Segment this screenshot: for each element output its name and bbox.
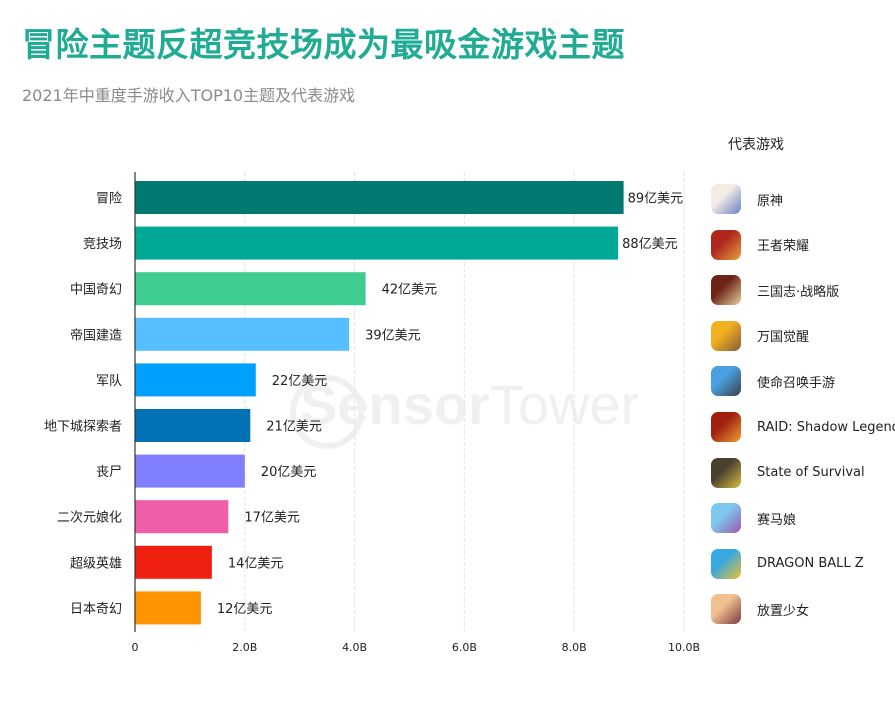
genshin-impact-icon [711, 184, 741, 214]
x-tick-label: 2.0B [232, 641, 257, 654]
y-tick-label: 中国奇幻 [70, 282, 122, 298]
games-header: 代表游戏 [728, 137, 784, 153]
game-name: 原神 [757, 193, 784, 209]
honor-of-kings-icon [711, 229, 741, 260]
game-name: 赛马娘 [757, 512, 797, 528]
data-label: 14亿美元 [228, 556, 284, 571]
game-name: 万国觉醒 [757, 330, 810, 346]
game-name: 放置少女 [757, 603, 810, 619]
game-name: 使命召唤手游 [757, 375, 836, 391]
dragon-ball-z-icon [711, 548, 741, 579]
x-tick-label: 4.0B [342, 641, 367, 654]
y-tick-label: 地下城探索者 [44, 420, 122, 435]
y-tick-label: 超级英雄 [70, 556, 122, 571]
y-tick-label: 丧尸 [96, 465, 122, 480]
bar [135, 363, 256, 397]
game-item: 放置少女 [711, 592, 809, 626]
three-kingdoms-icon [711, 275, 741, 306]
game-item: 万国觉醒 [711, 319, 809, 353]
bar [135, 272, 366, 306]
bar [135, 545, 212, 579]
game-item: 王者荣耀 [711, 228, 809, 262]
x-tick-label: 6.0B [452, 641, 477, 654]
bar [135, 181, 624, 214]
data-label: 20亿美元 [261, 465, 317, 480]
y-tick-label: 帝国建造 [70, 327, 122, 343]
data-label: 17亿美元 [244, 511, 300, 526]
game-name: State of Survival [757, 465, 865, 481]
game-name: 王者荣耀 [757, 239, 810, 255]
data-label: 89亿美元 [628, 192, 684, 207]
x-tick-label: 0 [132, 641, 139, 654]
game-item: DRAGON BALL Z [711, 547, 864, 581]
y-tick-label: 冒险 [96, 192, 122, 207]
game-item: State of Survival [711, 456, 865, 490]
bar [135, 226, 619, 260]
y-tick-label: 竞技场 [83, 236, 122, 252]
y-tick-label: 二次元娘化 [57, 510, 122, 526]
game-name: RAID: Shadow Legends [757, 419, 895, 435]
data-label: 22亿美元 [272, 374, 328, 389]
x-tick-label: 8.0B [562, 641, 587, 654]
data-label: 12亿美元 [217, 602, 273, 617]
rise-of-kingdoms-icon [711, 320, 741, 351]
data-label: 21亿美元 [266, 420, 322, 435]
y-tick-label: 军队 [96, 374, 122, 389]
idle-angels-icon [711, 594, 741, 625]
call-of-duty-icon [711, 366, 741, 397]
game-item: 使命召唤手游 [711, 364, 835, 398]
bar [135, 591, 201, 625]
game-name: 三国志·战略版 [757, 284, 840, 300]
data-label: 88亿美元 [622, 237, 678, 252]
bar [135, 454, 245, 488]
game-item: 原神 [711, 182, 783, 216]
bar [135, 500, 229, 534]
raid-shadow-legends-icon [711, 412, 741, 442]
game-item: 赛马娘 [711, 501, 796, 535]
bar [135, 409, 251, 442]
bar [135, 317, 350, 351]
y-tick-label: 日本奇幻 [70, 601, 122, 617]
game-item: RAID: Shadow Legends [711, 410, 895, 444]
game-item: 三国志·战略版 [711, 273, 839, 307]
uma-musume-icon [711, 503, 741, 534]
data-label: 42亿美元 [382, 283, 438, 298]
data-label: 39亿美元 [365, 328, 421, 343]
state-of-survival-icon [711, 457, 741, 488]
game-name: DRAGON BALL Z [757, 556, 864, 572]
x-tick-label: 10.0B [668, 641, 700, 654]
